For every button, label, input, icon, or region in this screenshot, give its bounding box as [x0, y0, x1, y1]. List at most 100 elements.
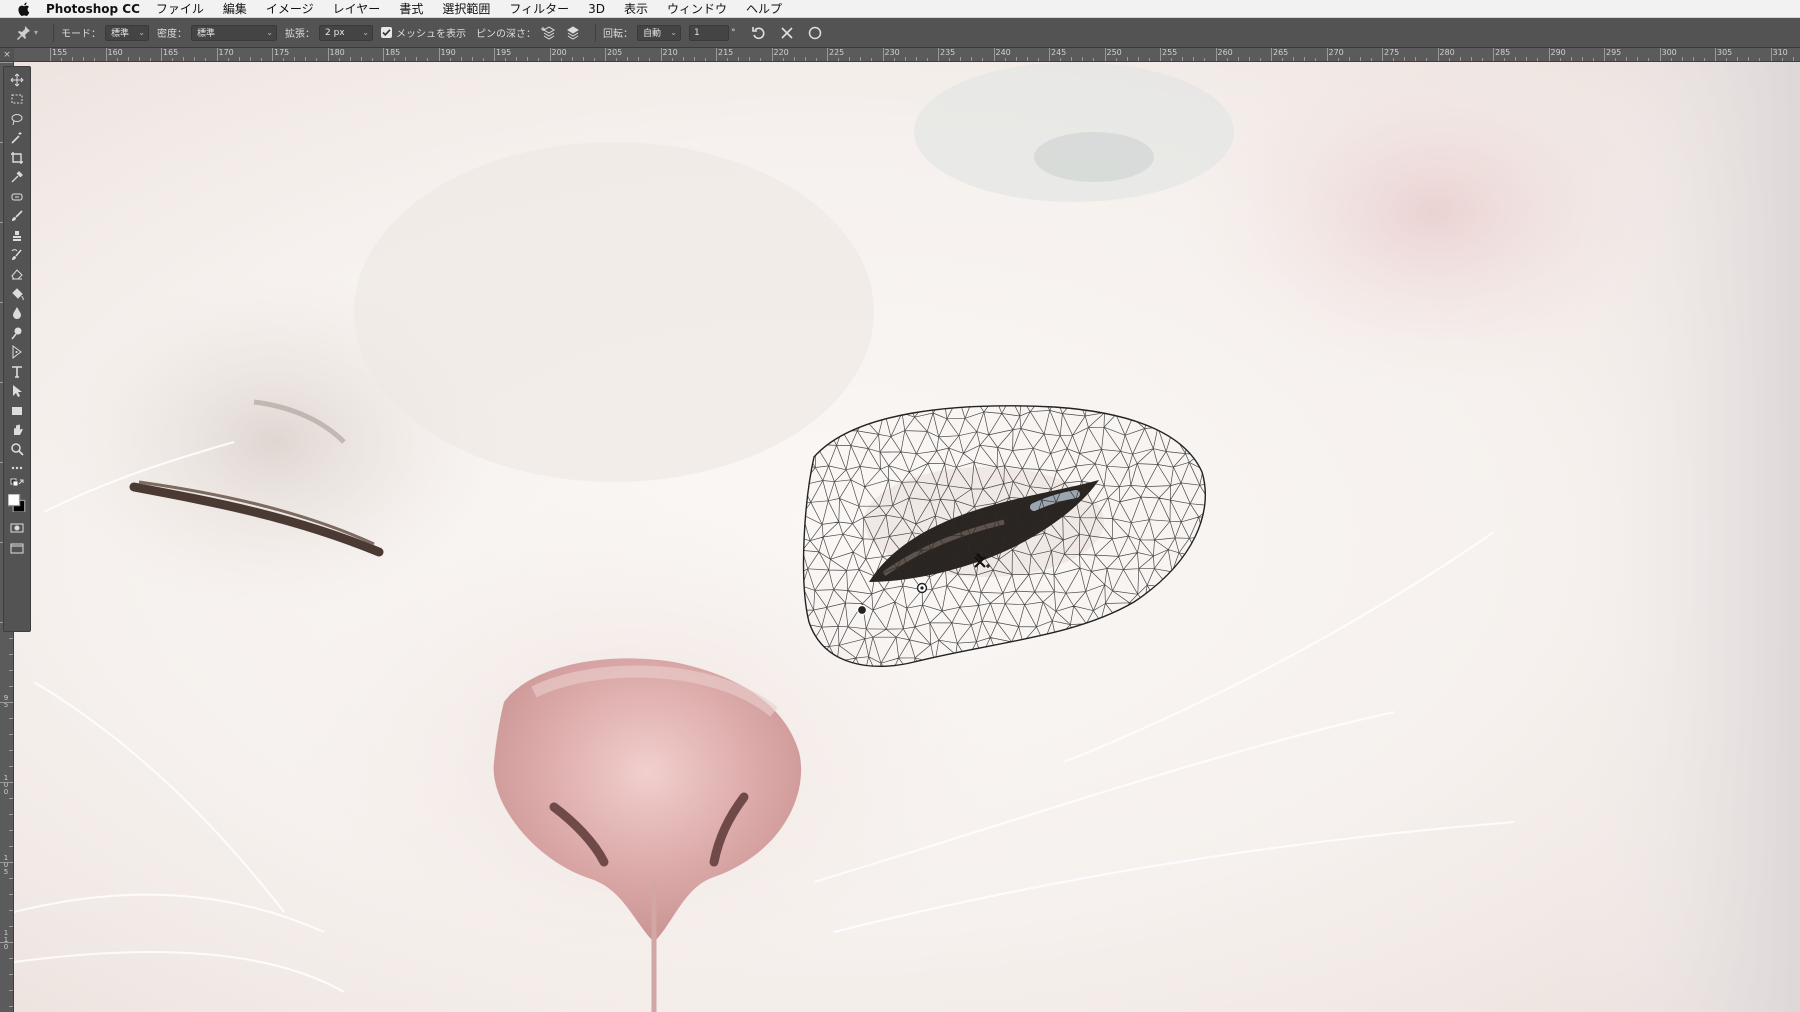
horizontal-ruler[interactable]: × 155 160 165 170 175 180 185 190 195 200 205 210 21… [0, 48, 1800, 62]
ruler-label: 155 [52, 48, 68, 57]
density-select[interactable]: 標準 ⌄ [191, 24, 277, 41]
rotate-select[interactable]: 自動 ⌄ [637, 24, 681, 41]
ruler-minor-tick [1759, 58, 1761, 61]
menu-help[interactable]: ヘルプ [746, 0, 782, 17]
blur-tool-icon[interactable] [8, 304, 26, 322]
brush-tool-icon[interactable] [8, 207, 26, 225]
mode-select[interactable]: 標準 ⌄ [105, 24, 149, 41]
ruler-label: 265 [1273, 48, 1289, 57]
apple-icon[interactable] [18, 2, 32, 16]
ruler-minor-tick [94, 58, 96, 61]
dodge-tool-icon[interactable] [8, 324, 26, 342]
ruler-label: 280 [1439, 48, 1455, 57]
degree-unit: ° [731, 27, 736, 38]
ruler-minor-tick [1637, 57, 1639, 61]
cancel-icon[interactable] [776, 22, 798, 44]
commit-icon[interactable] [804, 22, 826, 44]
eyedropper-tool-icon[interactable] [8, 168, 26, 186]
paint-bucket-tool-icon[interactable] [8, 285, 26, 303]
ruler-label: 235 [940, 48, 956, 57]
document-canvas[interactable] [14, 62, 1800, 1012]
pen-tool-icon[interactable] [8, 343, 26, 361]
show-mesh-label[interactable]: メッシュを表示 [396, 25, 466, 40]
magic-wand-tool-icon[interactable] [8, 129, 26, 147]
ruler-minor-tick [516, 57, 518, 61]
ruler-tick [9, 654, 13, 655]
menu-view[interactable]: 表示 [624, 0, 648, 17]
move-tool-icon[interactable] [8, 71, 26, 89]
color-swatches[interactable] [7, 492, 27, 514]
ruler-tick [9, 686, 13, 687]
ruler-minor-tick [416, 57, 418, 61]
ruler-origin[interactable]: × [0, 48, 14, 61]
ruler-minor-tick [1737, 57, 1739, 61]
ruler-tick [0, 782, 13, 783]
pin-depth-forward-icon[interactable] [540, 24, 558, 42]
ruler-minor-tick [1137, 57, 1139, 61]
options-bar: ▾ モード： 標準 ⌄ 密度： 標準 ⌄ 拡張： 2 px ⌄ メッシュを表示 ピンの… [0, 18, 1800, 48]
ruler-tick [9, 958, 13, 959]
warp-pin[interactable] [856, 604, 868, 616]
ruler-minor-tick [904, 57, 906, 61]
stamp-tool-icon[interactable] [8, 227, 26, 245]
ruler-tick [0, 942, 13, 943]
remove-all-pins-icon[interactable] [748, 22, 770, 44]
patch-tool-icon[interactable] [8, 188, 26, 206]
rectangle-tool-icon[interactable] [8, 402, 26, 420]
hand-tool-icon[interactable] [8, 421, 26, 439]
warp-pin-selected[interactable] [916, 582, 928, 594]
ruler-tick [9, 926, 13, 927]
ruler-tick [0, 702, 13, 703]
ruler-minor-tick [1171, 58, 1173, 61]
puppet-warp-pin-icon[interactable] [12, 22, 34, 44]
menu-file[interactable]: ファイル [156, 0, 204, 17]
ruler-minor-tick [949, 58, 951, 61]
ruler-label: 200 [551, 48, 567, 57]
ruler-minor-tick [1082, 57, 1084, 61]
show-mesh-checkbox[interactable] [381, 27, 392, 38]
ruler-minor-tick [815, 58, 817, 61]
ruler-minor-tick [671, 58, 673, 61]
ruler-minor-tick [1559, 58, 1561, 61]
ruler-minor-tick [1359, 57, 1361, 61]
marquee-tool-icon[interactable] [8, 90, 26, 108]
more-tools-icon[interactable] [8, 459, 26, 477]
expansion-select[interactable]: 2 px ⌄ [319, 24, 373, 41]
ruler-tick [9, 878, 13, 879]
ruler-label: 230 [884, 48, 900, 57]
crop-tool-icon[interactable] [8, 149, 26, 167]
ruler-minor-tick [893, 58, 895, 61]
pin-depth-backward-icon[interactable] [564, 24, 582, 42]
rotate-angle-input[interactable]: 1 [689, 24, 729, 41]
ruler-label: 190 [440, 48, 456, 57]
menu-type[interactable]: 書式 [399, 0, 423, 17]
ruler-minor-tick [305, 57, 307, 61]
menu-filter[interactable]: フィルター [509, 0, 569, 17]
menu-layer[interactable]: レイヤー [333, 0, 381, 17]
ruler-minor-tick [294, 57, 296, 61]
menu-select[interactable]: 選択範囲 [442, 0, 490, 17]
ruler-minor-tick [1748, 57, 1750, 61]
mode-value: 標準 [111, 29, 130, 39]
zoom-tool-icon[interactable] [8, 440, 26, 458]
screen-mode-icon[interactable] [8, 539, 26, 557]
menu-image[interactable]: イメージ [266, 0, 314, 17]
history-brush-tool-icon[interactable] [8, 246, 26, 264]
path-selection-tool-icon[interactable] [8, 382, 26, 400]
ruler-minor-tick [693, 57, 695, 61]
ruler-minor-tick [782, 58, 784, 61]
ruler-minor-tick [83, 57, 85, 61]
app-name-menu[interactable]: Photoshop CC [46, 2, 140, 16]
type-tool-icon[interactable] [8, 363, 26, 381]
lasso-tool-icon[interactable] [8, 110, 26, 128]
eraser-tool-icon[interactable] [8, 265, 26, 283]
ruler-minor-tick [1515, 57, 1517, 61]
menu-edit[interactable]: 編集 [223, 0, 247, 17]
ruler-minor-tick [860, 57, 862, 61]
menu-3d[interactable]: 3D [588, 2, 605, 16]
pin-depth-label: ピンの深さ： [476, 29, 536, 40]
expansion-value: 2 px [325, 27, 345, 38]
quick-mask-icon[interactable] [8, 519, 26, 537]
menu-window[interactable]: ウィンドウ [667, 0, 727, 17]
tool-preset-chevron-icon[interactable]: ▾ [34, 28, 46, 37]
